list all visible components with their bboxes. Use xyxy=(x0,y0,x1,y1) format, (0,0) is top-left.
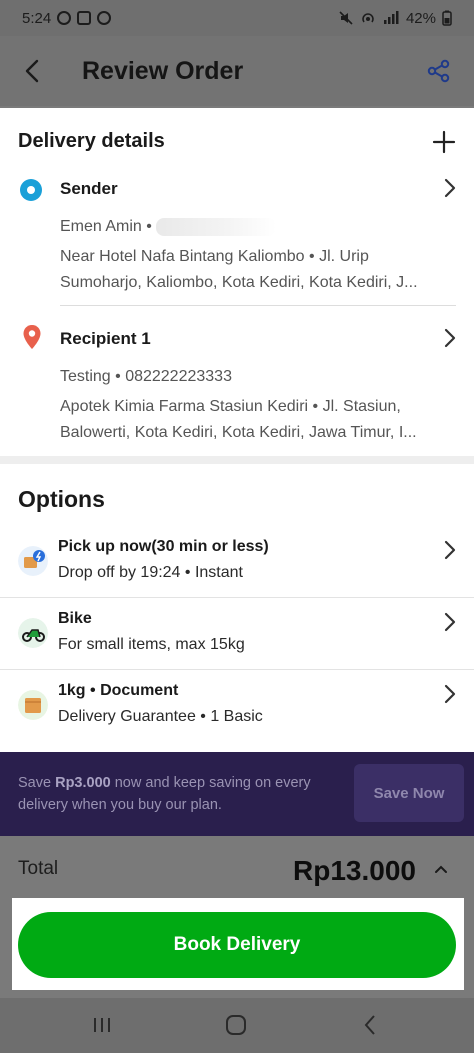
delivery-details-title: Delivery details xyxy=(18,130,165,152)
chevron-left-icon xyxy=(25,59,39,83)
chevron-right-icon xyxy=(444,684,456,704)
system-back-button[interactable] xyxy=(350,1010,390,1040)
page-title: Review Order xyxy=(82,56,244,85)
divider xyxy=(60,305,456,306)
sender-card[interactable]: Sender Emen Amin • Near Hotel Nafa Binta… xyxy=(0,174,474,296)
recipient-card[interactable]: Recipient 1 Testing • 082222223333 Apote… xyxy=(0,324,474,446)
option-title: Bike xyxy=(58,610,92,627)
hotspot-icon xyxy=(362,13,374,23)
home-icon xyxy=(226,1015,246,1035)
chevron-up-icon[interactable] xyxy=(434,864,448,874)
book-delivery-button[interactable]: Book Delivery xyxy=(18,912,456,978)
dnd-icon xyxy=(57,11,72,25)
add-stop-button[interactable] xyxy=(430,128,458,156)
battery-level: 42% xyxy=(405,9,436,27)
total-label: Total xyxy=(18,858,59,879)
recipient-contact: Testing • 082222223333 xyxy=(60,368,232,385)
divider xyxy=(0,597,474,598)
options-title: Options xyxy=(18,486,105,512)
signal-icon xyxy=(383,11,399,24)
divider xyxy=(0,669,474,670)
app-notification-icon xyxy=(77,11,92,25)
section-separator xyxy=(0,456,474,464)
option-package[interactable]: 1kg • Document Delivery Guarantee • 1 Ba… xyxy=(0,672,474,744)
option-pickup-time[interactable]: Pick up now(30 min or less) Drop off by … xyxy=(0,528,474,600)
recipient-address-line2: Balowerti, Kota Kediri, Kota Kediri, Jaw… xyxy=(60,424,417,441)
app-header: Review Order xyxy=(0,36,474,106)
sender-contact: Emen Amin • xyxy=(60,218,152,235)
package-icon xyxy=(18,690,48,720)
sender-contact-row: Emen Amin • xyxy=(60,214,452,240)
back-button[interactable] xyxy=(0,36,64,106)
bike-icon xyxy=(18,618,48,648)
recipient-address-line1: Apotek Kimia Farma Stasiun Kediri • Jl. … xyxy=(60,398,401,415)
option-title: Pick up now(30 min or less) xyxy=(58,538,269,555)
option-title: 1kg • Document xyxy=(58,682,179,699)
share-icon xyxy=(427,59,450,83)
mute-icon xyxy=(339,11,353,25)
status-bar: 5:24 42% xyxy=(0,0,474,36)
sender-label: Sender xyxy=(60,179,118,198)
option-subtitle: Drop off by 19:24 • Instant xyxy=(58,564,243,581)
battery-icon xyxy=(442,10,452,26)
sender-location-icon xyxy=(20,179,42,201)
promo-text-prefix: Save xyxy=(18,775,56,791)
home-button[interactable] xyxy=(216,1010,256,1040)
redacted-phone xyxy=(155,217,276,236)
sync-icon xyxy=(97,11,112,25)
option-subtitle: Delivery Guarantee • 1 Basic xyxy=(58,708,263,725)
share-button[interactable] xyxy=(422,54,456,88)
instant-delivery-icon xyxy=(18,546,48,576)
chevron-right-icon xyxy=(444,540,456,560)
sender-address-line1: Near Hotel Nafa Bintang Kaliombo • Jl. U… xyxy=(60,248,369,265)
sender-address-line2: Sumoharjo, Kaliombo, Kota Kediri, Kota K… xyxy=(60,274,418,291)
recipient-pin-icon xyxy=(23,325,41,349)
system-nav-bar xyxy=(0,998,474,1053)
status-time: 5:24 xyxy=(22,9,52,27)
option-subtitle: For small items, max 15kg xyxy=(58,636,245,653)
chevron-right-icon xyxy=(444,328,456,348)
recipient-label: Recipient 1 xyxy=(60,329,151,348)
option-vehicle[interactable]: Bike For small items, max 15kg xyxy=(0,600,474,672)
recents-button[interactable] xyxy=(82,1010,122,1040)
promo-amount: Rp3.000 xyxy=(55,775,111,791)
back-icon xyxy=(364,1015,375,1035)
save-now-button[interactable]: Save Now xyxy=(354,764,464,822)
chevron-right-icon xyxy=(444,178,456,198)
recents-icon xyxy=(94,1018,110,1032)
total-amount: Rp13.000 xyxy=(293,855,416,886)
promo-text: Save Rp3.000 now and keep saving on ever… xyxy=(18,772,318,816)
chevron-right-icon xyxy=(444,612,456,632)
